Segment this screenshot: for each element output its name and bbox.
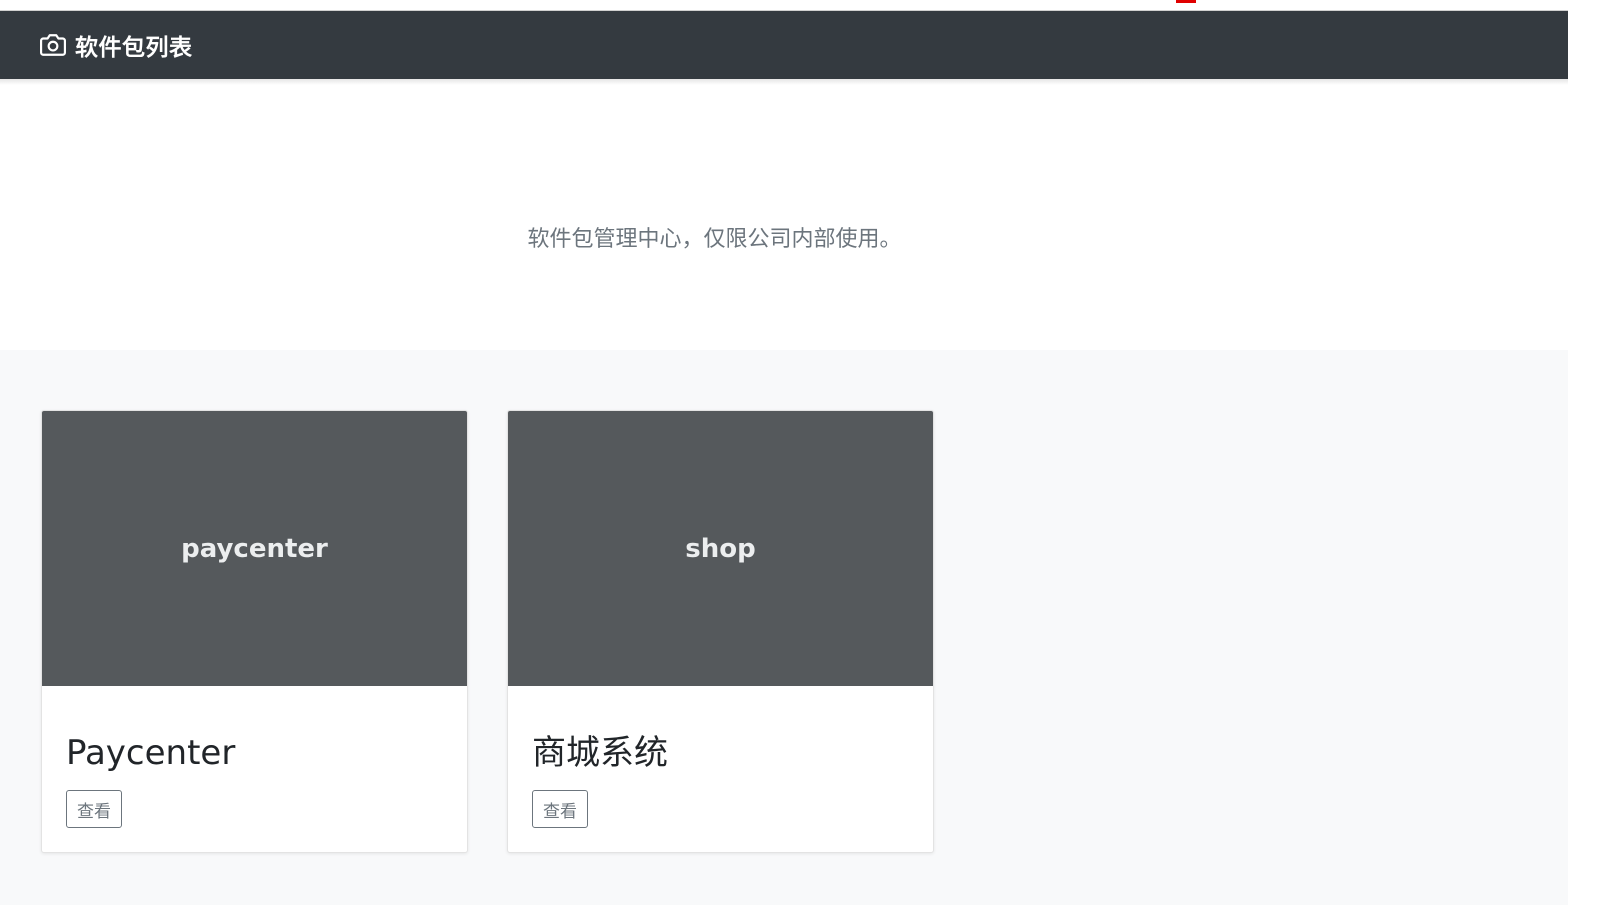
package-card-shop: shop 商城系统 查看 [507, 410, 934, 853]
jumbotron: 软件包管理中心，仅限公司内部使用。 [0, 79, 1568, 350]
thumbnail-label: shop [685, 533, 756, 564]
card-thumbnail: paycenter [42, 411, 467, 686]
card-body: 商城系统 查看 [508, 736, 933, 828]
thumbnail-label: paycenter [181, 533, 328, 564]
camera-icon [40, 32, 66, 58]
page: 软件包列表 软件包管理中心，仅限公司内部使用。 paycenter Paycen… [0, 0, 1568, 905]
card-body: Paycenter 查看 [42, 736, 467, 828]
navbar: 软件包列表 [0, 11, 1568, 79]
view-button[interactable]: 查看 [66, 790, 122, 828]
navbar-brand[interactable]: 软件包列表 [40, 28, 193, 62]
browser-bookmarks-strip [0, 0, 1568, 11]
lead-text: 软件包管理中心，仅限公司内部使用。 [527, 227, 902, 252]
window-edge [1568, 0, 1601, 905]
navbar-shadow [0, 79, 1568, 85]
album: paycenter Paycenter 查看 shop 商城系统 查看 [0, 350, 1568, 905]
bookmark-favicon [1176, 0, 1196, 3]
card-thumbnail: shop [508, 411, 933, 686]
card-title: Paycenter [66, 733, 236, 773]
view-button[interactable]: 查看 [532, 790, 588, 828]
brand-title: 软件包列表 [75, 35, 193, 61]
package-card-paycenter: paycenter Paycenter 查看 [41, 410, 468, 853]
card-title: 商城系统 [532, 733, 668, 773]
